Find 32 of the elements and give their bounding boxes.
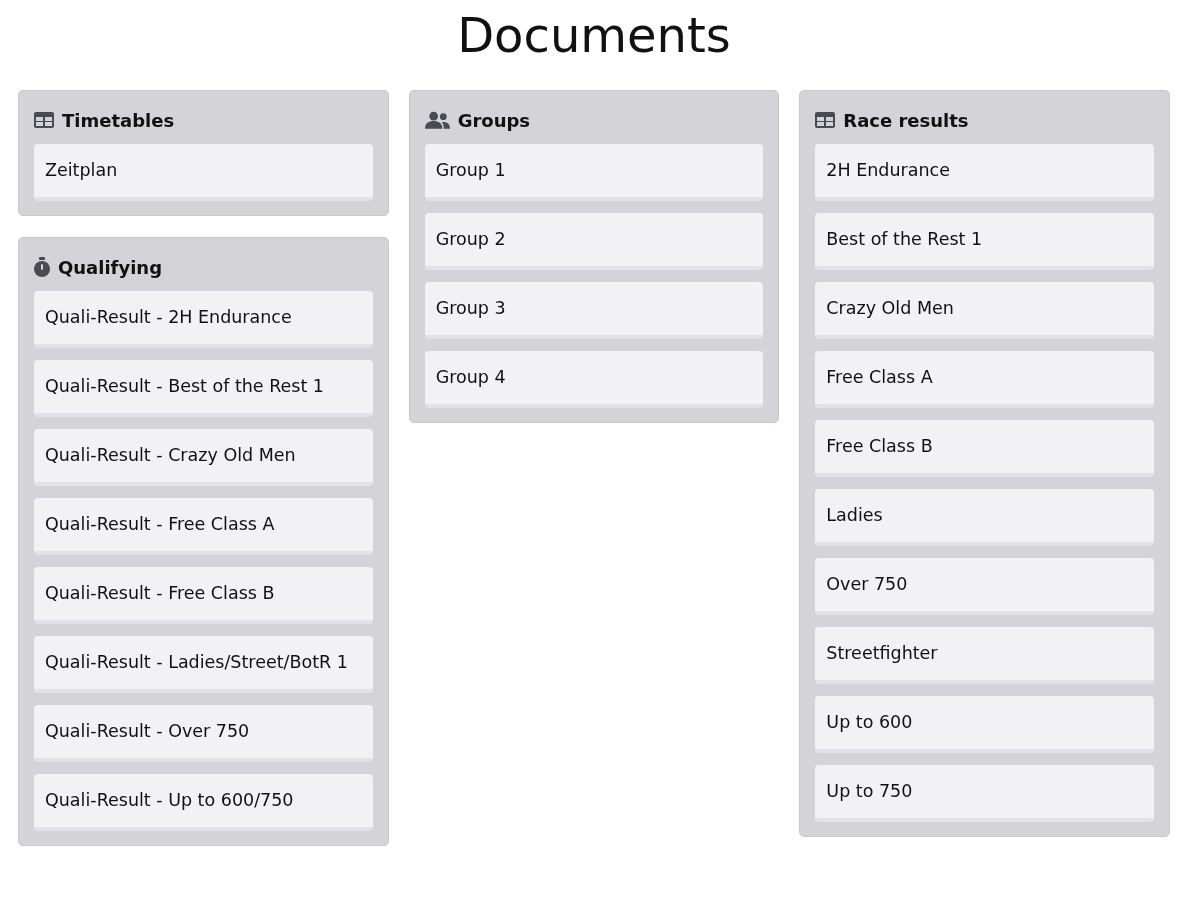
users-icon bbox=[424, 111, 450, 129]
document-link[interactable]: Group 2 bbox=[424, 213, 764, 270]
document-link[interactable]: Group 4 bbox=[424, 351, 764, 408]
document-link[interactable]: Streetfighter bbox=[815, 627, 1154, 684]
panel-title: Timetables bbox=[62, 109, 175, 131]
table-icon bbox=[34, 112, 54, 128]
document-link[interactable]: Quali-Result - Over 750 bbox=[34, 705, 373, 762]
document-link[interactable]: Free Class A bbox=[815, 351, 1154, 408]
document-link[interactable]: Quali-Result - Ladies/Street/BotR 1 bbox=[34, 636, 373, 693]
document-link[interactable]: Zeitplan bbox=[34, 144, 373, 201]
document-link[interactable]: Quali-Result - Best of the Rest 1 bbox=[34, 360, 373, 417]
document-link[interactable]: Up to 600 bbox=[815, 696, 1154, 753]
document-link[interactable]: Ladies bbox=[815, 489, 1154, 546]
table-icon bbox=[815, 112, 836, 128]
document-link[interactable]: Up to 750 bbox=[815, 765, 1154, 822]
document-link[interactable]: Group 3 bbox=[424, 282, 764, 339]
document-link[interactable]: Free Class B bbox=[815, 420, 1154, 477]
stopwatch-icon bbox=[34, 257, 50, 277]
document-link[interactable]: Quali-Result - Up to 600/750 bbox=[34, 774, 373, 831]
document-link[interactable]: Quali-Result - Crazy Old Men bbox=[34, 429, 373, 486]
document-link[interactable]: Best of the Rest 1 bbox=[815, 213, 1154, 270]
document-link[interactable]: Quali-Result - Free Class A bbox=[34, 498, 373, 555]
document-link[interactable]: 2H Endurance bbox=[815, 144, 1154, 201]
document-link[interactable]: Over 750 bbox=[815, 558, 1154, 615]
document-link[interactable]: Quali-Result - Free Class B bbox=[34, 567, 373, 624]
panel-title: Groups bbox=[457, 109, 531, 131]
panel-title: Race results bbox=[843, 109, 969, 131]
document-link[interactable]: Group 1 bbox=[424, 144, 764, 201]
document-link[interactable]: Quali-Result - 2H Endurance bbox=[34, 291, 373, 348]
page-title: Documents bbox=[456, 6, 732, 64]
document-link[interactable]: Crazy Old Men bbox=[815, 282, 1154, 339]
panel-title: Qualifying bbox=[58, 256, 163, 278]
